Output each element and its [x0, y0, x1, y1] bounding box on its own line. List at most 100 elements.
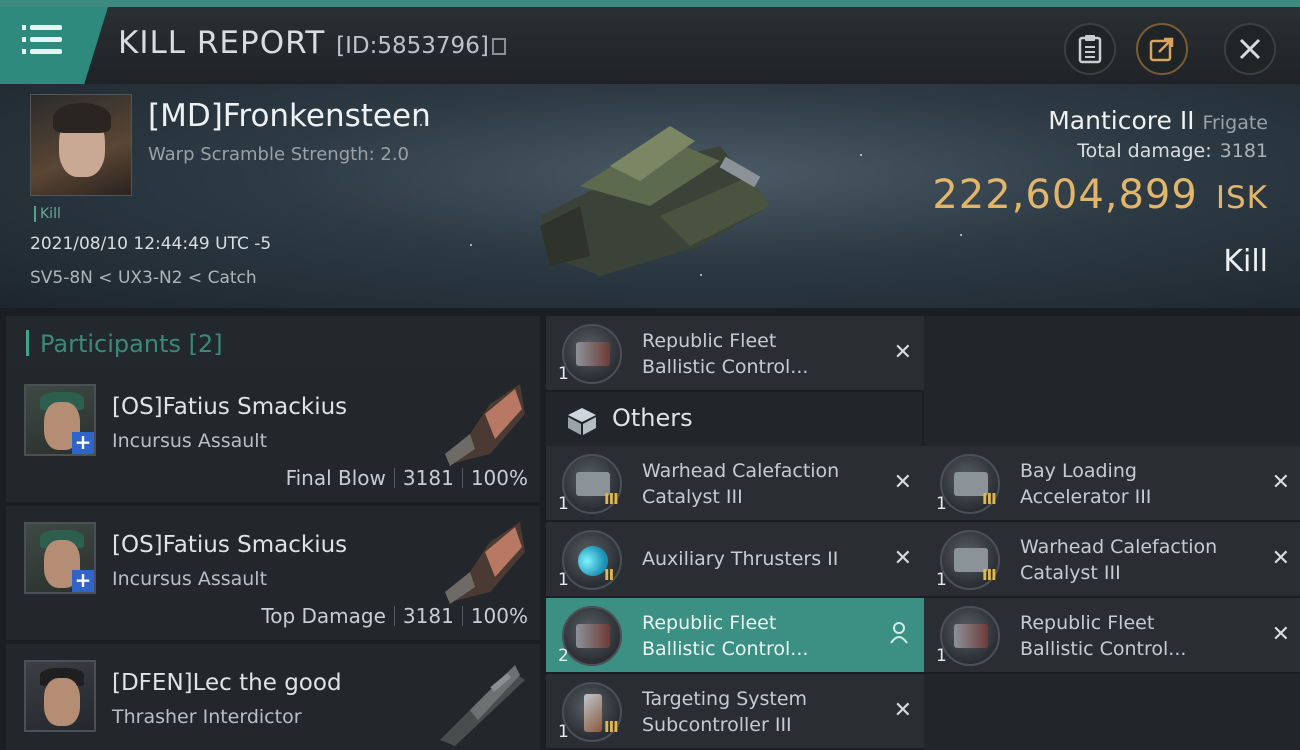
participant-role: Final Blow	[285, 466, 386, 490]
participant-avatar[interactable]: +	[24, 522, 96, 594]
participant-row[interactable]: + [OS]Fatius Smackius Incursus Assault T…	[6, 506, 540, 640]
item-quantity: 2	[558, 646, 569, 666]
total-damage: Total damage: 3181	[1077, 140, 1268, 162]
participant-ship: Incursus Assault	[112, 568, 268, 590]
tier-badge: III	[604, 718, 619, 736]
participant-row[interactable]: [DFEN]Lec the good Thrasher Interdictor	[6, 644, 540, 750]
victim-avatar[interactable]	[30, 94, 132, 196]
item-name: Republic Fleet Ballistic Control...	[642, 330, 809, 378]
item-name: Warhead Calefaction Catalyst III	[642, 460, 840, 508]
close-button[interactable]	[1224, 23, 1276, 75]
item-row[interactable]: 1 Republic Fleet Ballistic Control... ✕	[924, 598, 1300, 672]
total-damage-value: 3181	[1219, 140, 1268, 162]
items-panel: 1 Republic Fleet Ballistic Control... ✕ O…	[540, 308, 1300, 750]
others-label: Others	[612, 404, 693, 432]
ship-class: Frigate	[1202, 112, 1268, 134]
share-button[interactable]	[1136, 23, 1188, 75]
item-quantity: 1	[936, 494, 947, 514]
close-icon	[1239, 38, 1261, 60]
participants-header: Participants [2]	[6, 316, 540, 372]
participants-label: Participants [2]	[40, 330, 223, 358]
kill-result: Kill	[1223, 244, 1268, 279]
ship-name-text: Manticore II	[1048, 106, 1195, 135]
participant-name: [DFEN]Lec the good	[112, 670, 342, 696]
header-bar: KILL REPORT [ID:5853796]	[0, 0, 1300, 84]
others-header: Others	[546, 392, 922, 446]
victim-ship-name[interactable]: Manticore II Frigate	[1048, 106, 1268, 135]
item-row[interactable]: III 1 Targeting System Subcontroller III …	[546, 674, 924, 748]
x-icon: ✕	[893, 546, 912, 571]
x-icon: ✕	[893, 698, 912, 723]
participant-stats: Top Damage 3181 100%	[261, 604, 528, 628]
ballistic-control-icon	[940, 606, 1000, 666]
participant-row[interactable]: + [OS]Fatius Smackius Incursus Assault F…	[6, 368, 540, 502]
cube-icon	[568, 408, 596, 435]
participant-avatar[interactable]	[24, 660, 96, 732]
copy-icon[interactable]	[491, 38, 506, 55]
ballistic-control-icon	[562, 606, 622, 666]
page-title: KILL REPORT [ID:5853796]	[118, 25, 506, 61]
clipboard-button[interactable]	[1064, 23, 1116, 75]
participant-avatar[interactable]: +	[24, 384, 96, 456]
participant-ship: Incursus Assault	[112, 430, 268, 452]
item-quantity: 1	[936, 646, 947, 666]
person-icon	[890, 622, 908, 644]
ballistic-control-icon	[562, 324, 622, 384]
kill-datetime: 2021/08/10 12:44:49 UTC -5	[30, 234, 272, 254]
victim-banner: [MD]Fronkensteen Warp Scramble Strength:…	[0, 84, 1300, 308]
item-row[interactable]: III 1 Warhead Calefaction Catalyst III ✕	[924, 522, 1300, 596]
kill-location[interactable]: SV5-8N < UX3-N2 < Catch	[30, 268, 257, 288]
item-row[interactable]: II 1 Auxiliary Thrusters II ✕	[546, 522, 924, 596]
item-name: Warhead Calefaction Catalyst III	[1020, 536, 1218, 584]
x-icon: ✕	[893, 340, 912, 365]
participant-stats: Final Blow 3181 100%	[286, 466, 528, 490]
item-name: Auxiliary Thrusters II	[642, 548, 839, 570]
participant-ship-image	[445, 522, 525, 604]
item-quantity: 1	[558, 570, 569, 590]
participant-ship-image	[445, 384, 525, 466]
report-id: [ID:5853796]	[336, 33, 489, 59]
item-row[interactable]: III 1 Bay Loading Accelerator III ✕	[924, 446, 1300, 520]
x-icon: ✕	[1271, 622, 1290, 647]
participant-role: Top Damage	[261, 604, 386, 628]
clipboard-icon	[1078, 35, 1102, 64]
plus-icon: +	[72, 570, 94, 592]
warp-scramble-strength: Warp Scramble Strength: 2.0	[148, 144, 410, 165]
x-icon: ✕	[893, 470, 912, 495]
menu-button[interactable]	[0, 7, 108, 84]
item-row[interactable]: III 1 Warhead Calefaction Catalyst III ✕	[546, 446, 924, 520]
isk-value: 222,604,899 ISK	[932, 172, 1268, 218]
item-name: Bay Loading Accelerator III	[1020, 460, 1152, 508]
participant-damage: 3181	[402, 604, 454, 628]
item-quantity: 1	[936, 570, 947, 590]
x-icon: ✕	[1271, 546, 1290, 571]
page-title-text: KILL REPORT	[118, 25, 326, 61]
isk-amount: 222,604,899	[932, 172, 1198, 218]
participant-ship: Thrasher Interdictor	[112, 706, 302, 728]
item-quantity: 1	[558, 722, 569, 742]
kill-tag: Kill	[34, 206, 61, 222]
item-row[interactable]: 1 Republic Fleet Ballistic Control... ✕	[546, 316, 924, 390]
item-name: Republic Fleet Ballistic Control...	[1020, 612, 1187, 660]
tier-badge: III	[982, 490, 997, 508]
item-row-dropped[interactable]: 2 Republic Fleet Ballistic Control...	[546, 598, 924, 672]
participant-percent: 100%	[470, 604, 528, 628]
participants-panel: Participants [2] + [OS]Fatius Smackius I…	[0, 308, 540, 750]
tier-badge: III	[982, 566, 997, 584]
item-quantity: 1	[558, 494, 569, 514]
plus-icon: +	[72, 432, 94, 454]
participant-name: [OS]Fatius Smackius	[112, 394, 348, 420]
tier-badge: II	[604, 566, 614, 584]
participant-percent: 100%	[470, 466, 528, 490]
participant-name: [OS]Fatius Smackius	[112, 532, 348, 558]
item-name: Targeting System Subcontroller III	[642, 688, 808, 736]
participant-ship-image	[440, 665, 525, 746]
empty-slot	[924, 316, 1300, 446]
tier-badge: III	[604, 490, 619, 508]
victim-ship-image[interactable]	[520, 106, 780, 286]
empty-slot	[924, 674, 1300, 750]
victim-name[interactable]: [MD]Fronkensteen	[148, 98, 431, 134]
item-name: Republic Fleet Ballistic Control...	[642, 612, 809, 660]
item-quantity: 1	[558, 364, 569, 384]
participant-damage: 3181	[402, 466, 454, 490]
